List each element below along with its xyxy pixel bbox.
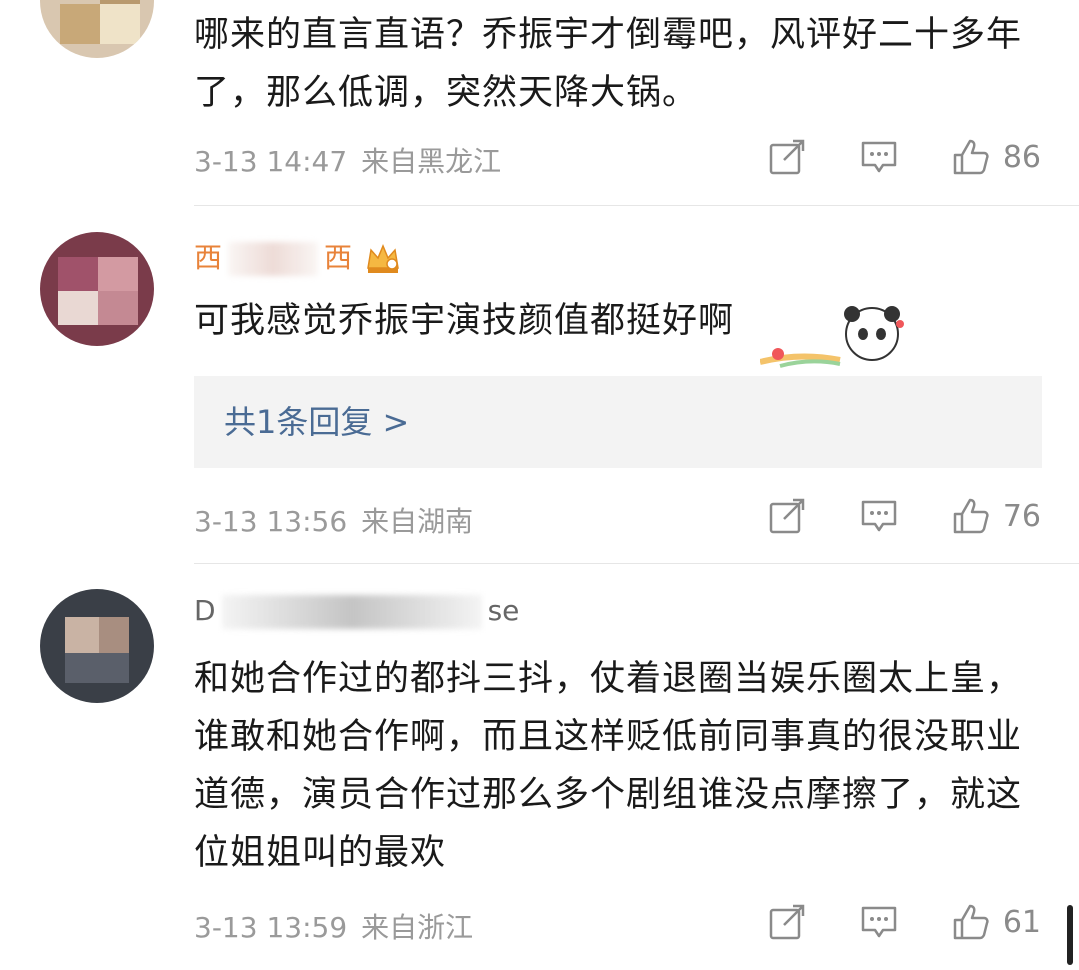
thumbs-up-icon[interactable] — [951, 137, 991, 177]
comment-icon[interactable] — [859, 137, 899, 177]
like-count: 61 — [1002, 904, 1041, 940]
repost-icon[interactable] — [767, 902, 807, 942]
avatar[interactable] — [40, 0, 154, 58]
username-start: 西 — [194, 241, 223, 274]
username-start: D — [194, 594, 216, 627]
panda-sticker — [760, 306, 904, 368]
comment-actions: 86 — [767, 137, 1041, 177]
username[interactable]: 西西 — [194, 236, 401, 276]
avatar[interactable] — [40, 232, 154, 346]
comment-item: 哪来的直言直语？乔振宇才倒霉吧，风评好二十多年了，那么低调，突然天降大锅。 3-… — [0, 0, 1079, 205]
comment-meta: 3-13 13:56 来自湖南 — [194, 500, 473, 540]
view-replies-button[interactable]: 共1条回复 > — [194, 376, 1042, 468]
username-end: se — [487, 594, 520, 627]
comment-time: 3-13 13:59 — [194, 911, 348, 944]
blurred-username — [221, 595, 482, 629]
reply-count-label: 共1条回复 > — [224, 403, 410, 441]
comment-time: 3-13 13:56 — [194, 505, 348, 538]
avatar[interactable] — [40, 589, 154, 703]
scrollbar[interactable] — [1067, 905, 1073, 965]
repost-icon[interactable] — [767, 137, 807, 177]
comment-location: 来自湖南 — [361, 505, 474, 538]
comment-location: 来自黑龙江 — [361, 145, 502, 178]
username-end: 西 — [324, 241, 353, 274]
like-count: 76 — [1002, 498, 1041, 534]
comment-time: 3-13 14:47 — [194, 145, 348, 178]
crown-icon — [367, 244, 399, 273]
comment-location: 来自浙江 — [361, 911, 474, 944]
blurred-username — [228, 242, 319, 276]
username[interactable]: Dse — [194, 594, 519, 629]
comment-icon[interactable] — [859, 902, 899, 942]
comment-actions: 61 — [767, 902, 1041, 942]
thumbs-up-icon[interactable] — [951, 902, 991, 942]
like-count: 86 — [1002, 139, 1041, 175]
comment-item: 西西 可我感觉乔振宇演技颜值都挺好啊 共1条回复 > 3-13 13:56 来自湖… — [0, 206, 1079, 563]
repost-icon[interactable] — [767, 496, 807, 536]
comment-icon[interactable] — [859, 496, 899, 536]
comment-actions: 76 — [767, 496, 1041, 536]
comment-item: Dse 和她合作过的都抖三抖，仗着退圈当娱乐圈太上皇，谁敢和她合作啊，而且这样贬… — [0, 564, 1079, 970]
comment-meta: 3-13 13:59 来自浙江 — [194, 906, 473, 946]
comment-text: 和她合作过的都抖三抖，仗着退圈当娱乐圈太上皇，谁敢和她合作啊，而且这样贬低前同事… — [194, 659, 1023, 873]
comment-text: 哪来的直言直语？乔振宇才倒霉吧，风评好二十多年了，那么低调，突然天降大锅。 — [194, 15, 1023, 113]
thumbs-up-icon[interactable] — [951, 496, 991, 536]
comment-meta: 3-13 14:47 来自黑龙江 — [194, 140, 501, 180]
